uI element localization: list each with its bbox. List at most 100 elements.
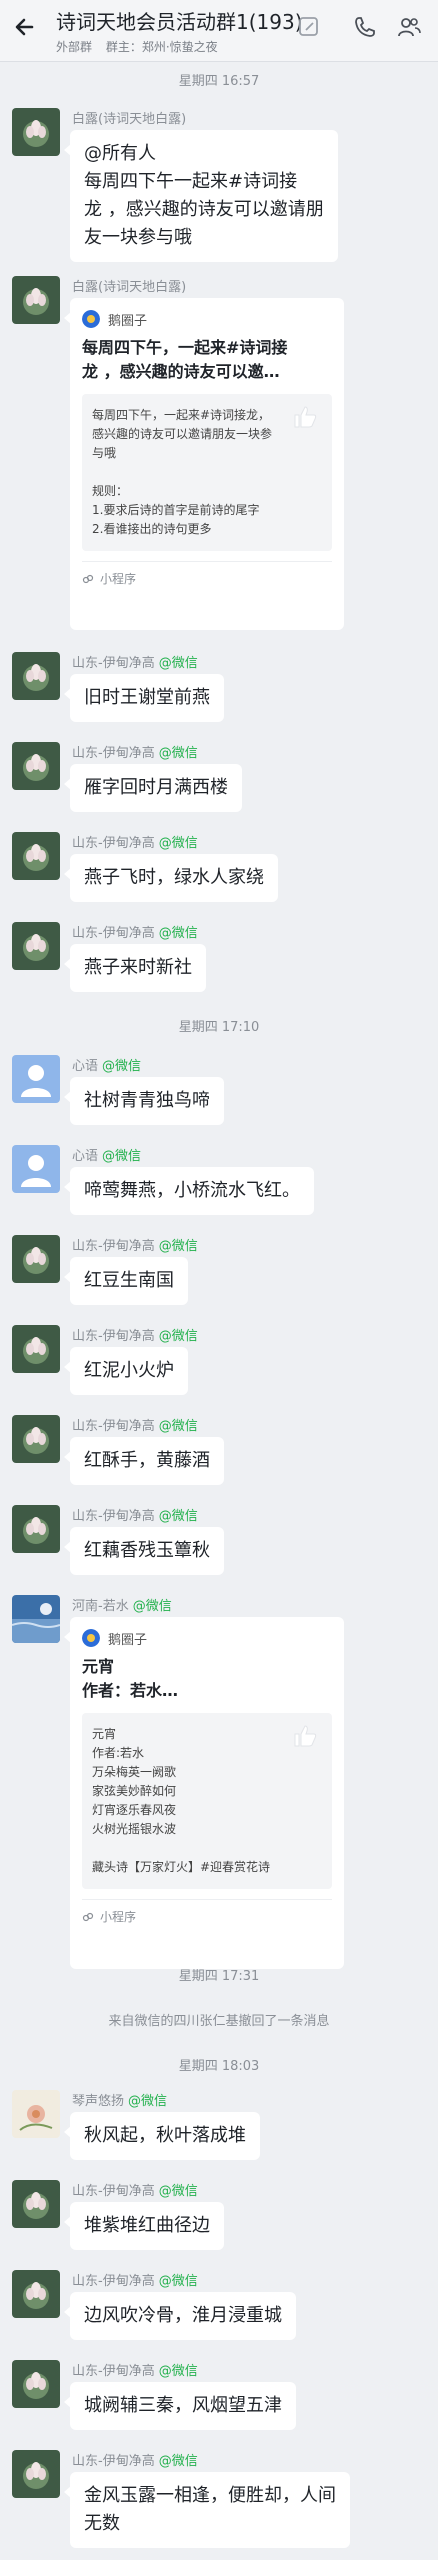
sender-label: 山东-伊甸净高 — [72, 1419, 155, 1434]
wechat-tag: @微信 — [158, 1419, 198, 1434]
sender-label: 山东-伊甸净高 — [72, 2364, 155, 2379]
message-bubble[interactable]: 燕子来时新社 — [64, 944, 206, 992]
wechat-tag: @微信 — [158, 656, 198, 671]
wechat-tag: @微信 — [158, 2184, 198, 2199]
avatar[interactable] — [12, 652, 60, 700]
timestamp: 星期四 18:03 — [178, 2059, 260, 2074]
sender-name: 山东-伊甸净高 @微信 — [72, 1505, 198, 1524]
message-bubble[interactable]: 旧时王谢堂前燕 — [64, 674, 224, 722]
goose-logo-icon — [82, 310, 100, 328]
avatar[interactable] — [12, 276, 60, 324]
avatar[interactable] — [12, 2270, 60, 2318]
avatar[interactable] — [12, 1595, 60, 1643]
thumbs-up-icon — [294, 1725, 317, 1747]
message-bubble[interactable]: @所有人 每周四下午一起来#诗词接龙 ，感兴趣的诗友可以邀请朋 友一块参与哦 — [64, 130, 338, 262]
sender-label: 山东-伊甸净高 — [72, 1509, 155, 1524]
message-bubble[interactable]: 红藕香残玉簟秋 — [64, 1527, 224, 1575]
avatar[interactable] — [12, 1505, 60, 1553]
message-text-line: 金风玉露一相逢，便胜却，人间 — [84, 2485, 336, 2506]
message-text-line: 红藕香残玉簟秋 — [84, 1540, 210, 1561]
call-icon[interactable] — [352, 14, 378, 40]
message-bubble[interactable]: 红泥小火炉 — [64, 1347, 188, 1395]
sender-name: 山东-伊甸净高 @微信 — [72, 832, 198, 851]
sender-name: 白露(诗词天地白露) — [72, 108, 186, 127]
wechat-tag: @微信 — [158, 926, 198, 941]
external-group-tag: 外部群 — [56, 40, 93, 54]
card-preview-line — [92, 463, 322, 482]
sender-label: 山东-伊甸净高 — [72, 926, 155, 941]
sender-label: 山东-伊甸净高 — [72, 836, 155, 851]
goose-logo-icon — [82, 1629, 100, 1647]
avatar[interactable] — [12, 2090, 60, 2138]
message-bubble[interactable]: 啼莺舞燕，小桥流水飞红。 — [64, 1167, 314, 1215]
message-text-line: 啼莺舞燕，小桥流水飞红。 — [84, 1180, 300, 1201]
wechat-tag: @微信 — [158, 1509, 198, 1524]
message-text-line: 友一块参与哦 — [84, 227, 192, 248]
message-text-line: 红豆生南国 — [84, 1270, 174, 1291]
group-owner-label: 群主：郑州·惊蛰之夜 — [105, 40, 218, 54]
card-source-label: 鹅圈子 — [108, 1632, 148, 1648]
card-title-line: 作者：若水… — [82, 1681, 179, 1700]
recall-notice: 来自微信的四川张仁基撤回了一条消息 — [108, 2014, 330, 2029]
sender-name: 山东-伊甸净高 @微信 — [72, 652, 198, 671]
wechat-tag: @微信 — [158, 2454, 198, 2469]
message-bubble[interactable]: 金风玉露一相逢，便胜却，人间 无数 — [64, 2472, 350, 2548]
avatar[interactable] — [12, 1325, 60, 1373]
sender-name: 山东-伊甸净高 @微信 — [72, 2270, 198, 2289]
sender-name: 山东-伊甸净高 @微信 — [72, 1415, 198, 1434]
mini-program-card[interactable]: 鹅圈子元宵 作者：若水… 元宵 作者:若水 万朵梅英一阙歌 家弦美妙醉如何 灯宵逐乐春风夜火… — [64, 1617, 344, 1969]
card-preview-line: 家弦美妙醉如何 — [92, 1784, 177, 1798]
sender-label: 白露(诗词天地白露) — [72, 280, 187, 295]
message-bubble[interactable]: 社树青青独鸟啼 — [64, 1077, 224, 1125]
card-footer-label: 小程序 — [100, 1910, 137, 1924]
avatar[interactable] — [12, 1055, 60, 1103]
message-text-line: 城阙辅三秦，风烟望五津 — [84, 2395, 282, 2416]
message-text-line: 红酥手，黄藤酒 — [84, 1450, 210, 1471]
avatar[interactable] — [12, 832, 60, 880]
avatar[interactable] — [12, 2180, 60, 2228]
message-bubble[interactable]: 城阙辅三秦，风烟望五津 — [64, 2382, 296, 2430]
card-source: 鹅圈子 — [82, 308, 332, 330]
message-bubble[interactable]: 雁字回时月满西楼 — [64, 764, 242, 812]
message-bubble[interactable]: 堆紫堆红曲径边 — [64, 2202, 224, 2250]
avatar[interactable] — [12, 1415, 60, 1463]
sender-name: 河南-若水 @微信 — [72, 1595, 172, 1614]
message-text-line: 边风吹冷骨，淮月浸重城 — [84, 2305, 282, 2326]
avatar[interactable] — [12, 108, 60, 156]
mini-program-card[interactable]: 鹅圈子 每周四下午，一起来#诗词接龙 ，感兴趣的诗友可以邀… 每周四下午，一起来#诗… — [64, 298, 344, 630]
message-text-line: 秋风起，秋叶落成堆 — [84, 2125, 246, 2146]
chat-title: 诗词天地会员活动群1(193) — [56, 10, 303, 34]
avatar[interactable] — [12, 2360, 60, 2408]
message-bubble[interactable]: 燕子飞时，绿水人家绕 — [64, 854, 278, 902]
message-text-line: 燕子来时新社 — [84, 957, 192, 978]
sender-name: 山东-伊甸净高 @微信 — [72, 1325, 198, 1344]
avatar[interactable] — [12, 1235, 60, 1283]
chat-header: 诗词天地会员活动群1(193) 外部群 群主：郑州·惊蛰之夜 — [0, 0, 438, 62]
wechat-tag: @微信 — [158, 836, 198, 851]
edit-icon[interactable] — [296, 14, 322, 40]
card-preview: 元宵 作者:若水 万朵梅英一阙歌 家弦美妙醉如何 灯宵逐乐春风夜 火树光摇银水波 藏头诗【万… — [82, 1713, 332, 1889]
message-bubble[interactable]: 边风吹冷骨，淮月浸重城 — [64, 2292, 296, 2340]
group-info-icon[interactable] — [396, 14, 422, 40]
message-bubble[interactable]: 秋风起，秋叶落成堆 — [64, 2112, 260, 2160]
sender-name: 山东-伊甸净高 @微信 — [72, 1235, 198, 1254]
avatar[interactable] — [12, 2450, 60, 2498]
sender-name: 心语 @微信 — [72, 1145, 141, 1164]
sender-name: 山东-伊甸净高 @微信 — [72, 2360, 198, 2379]
wechat-tag: @微信 — [102, 1059, 142, 1074]
sender-label: 河南-若水 — [72, 1599, 129, 1614]
sender-label: 心语 — [72, 1149, 99, 1164]
message-bubble[interactable]: 红豆生南国 — [64, 1257, 188, 1305]
card-preview-line: 元宵 — [92, 1727, 117, 1741]
message-bubble[interactable]: 红酥手，黄藤酒 — [64, 1437, 224, 1485]
message-text-line: 无数 — [84, 2513, 120, 2534]
sender-name: 山东-伊甸净高 @微信 — [72, 2180, 198, 2199]
card-preview-line — [92, 1839, 322, 1858]
avatar[interactable] — [12, 742, 60, 790]
avatar[interactable] — [12, 922, 60, 970]
wechat-tag: @微信 — [128, 2094, 168, 2109]
card-preview-line: 与哦 — [92, 446, 117, 460]
avatar[interactable] — [12, 1145, 60, 1193]
back-arrow-icon[interactable] — [10, 12, 40, 42]
card-preview-line: 万朵梅英一阙歌 — [92, 1765, 177, 1779]
